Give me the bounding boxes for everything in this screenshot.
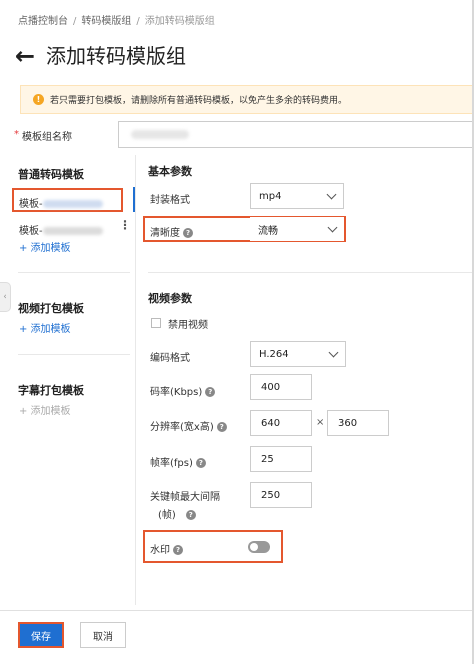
disable-video-label: 禁用视频 [168, 320, 208, 331]
height-input[interactable]: 360 [327, 410, 389, 436]
watermark-label-text: 水印 [150, 545, 170, 556]
footer-bar [0, 610, 474, 664]
basic-params-title: 基本参数 [148, 165, 192, 178]
codec-label: 编码格式 [150, 353, 190, 364]
add-video-pack-template-link[interactable]: + 添加模板 [19, 320, 71, 335]
panel-divider [135, 155, 136, 605]
times-sign: × [316, 417, 325, 428]
warning-notice: ! 若只需要打包模板，请删除所有普通转码模板，以免产生多余的转码费用。 [20, 85, 474, 114]
template-group-name-input[interactable] [118, 121, 474, 148]
help-icon[interactable]: ? [185, 510, 196, 520]
gop-label-line1: 关键帧最大间隔 [150, 492, 220, 503]
template-group-name-label: 模板组名称 [22, 132, 72, 143]
save-button[interactable]: 保存 [18, 622, 64, 648]
video-params-title: 视频参数 [148, 292, 192, 305]
container-format-value: mp4 [259, 190, 282, 202]
resolution-label: 分辨率(宽x高)? [150, 418, 227, 433]
subtitle-pack-section-title: 字幕打包模板 [18, 384, 84, 397]
codec-value: H.264 [259, 348, 289, 360]
disable-video-checkbox[interactable] [151, 318, 161, 328]
template-item-2[interactable]: 模板- [19, 222, 103, 237]
collapse-panel-handle[interactable]: ‹ [0, 282, 11, 312]
divider [18, 354, 130, 355]
redacted-value [131, 130, 189, 139]
breadcrumb-current: 添加转码模版组 [144, 16, 215, 27]
chevron-down-icon [328, 347, 339, 357]
gop-label-line2: (帧)? [158, 506, 196, 521]
chevron-down-icon [327, 222, 338, 232]
normal-template-section-title: 普通转码模板 [18, 168, 84, 181]
fps-label-text: 帧率(fps) [150, 458, 193, 469]
container-format-label: 封装格式 [150, 195, 190, 206]
help-icon[interactable]: ? [183, 228, 193, 238]
quality-select[interactable]: 流畅 [250, 217, 344, 241]
breadcrumb-template-groups[interactable]: 转码模版组 [81, 16, 131, 27]
gop-input[interactable]: 250 [250, 482, 312, 508]
page-title: 添加转码模版组 [46, 44, 186, 68]
chevron-down-icon [326, 189, 337, 199]
redacted-name [42, 200, 103, 208]
more-options-icon[interactable]: ⋮ [119, 218, 131, 232]
toggle-knob [250, 543, 258, 551]
required-marker: * [14, 129, 19, 140]
quality-label: 清晰度? [150, 224, 193, 239]
divider [18, 272, 130, 273]
resolution-label-text: 分辨率(宽x高) [150, 422, 214, 433]
video-pack-section-title: 视频打包模板 [18, 302, 84, 315]
bitrate-input[interactable]: 400 [250, 374, 312, 400]
notice-text: 若只需要打包模板，请删除所有普通转码模板，以免产生多余的转码费用。 [50, 96, 348, 106]
gop-label-line2-text: (帧) [158, 510, 176, 521]
back-arrow-icon[interactable]: ← [15, 44, 35, 68]
quality-label-text: 清晰度 [150, 228, 180, 239]
help-icon[interactable]: ? [173, 545, 183, 555]
container-format-select[interactable]: mp4 [250, 183, 344, 209]
quality-value: 流畅 [258, 225, 278, 237]
help-icon[interactable]: ? [205, 387, 216, 397]
breadcrumb: 点播控制台 / 转码模版组 / 添加转码模版组 [18, 16, 215, 27]
template-item-1[interactable]: 模板- [19, 195, 103, 210]
bitrate-label-text: 码率(Kbps) [150, 387, 203, 398]
warning-icon: ! [33, 94, 44, 105]
codec-select[interactable]: H.264 [250, 341, 346, 367]
template-item-1-label: 模板- [19, 199, 43, 210]
help-icon[interactable]: ? [195, 458, 206, 468]
watermark-toggle[interactable] [248, 541, 270, 553]
breadcrumb-console[interactable]: 点播控制台 [18, 16, 68, 27]
redacted-name [42, 227, 103, 235]
watermark-label: 水印? [150, 541, 183, 556]
add-subtitle-pack-template-link[interactable]: + 添加模板 [19, 402, 71, 417]
cancel-button[interactable]: 取消 [80, 622, 126, 648]
help-icon[interactable]: ? [216, 422, 227, 432]
width-input[interactable]: 640 [250, 410, 312, 436]
template-item-2-label: 模板- [19, 226, 43, 237]
bitrate-label: 码率(Kbps)? [150, 383, 216, 398]
fps-input[interactable]: 25 [250, 446, 312, 472]
add-normal-template-link[interactable]: + 添加模板 [19, 239, 71, 254]
divider [148, 272, 474, 273]
fps-label: 帧率(fps)? [150, 454, 206, 469]
